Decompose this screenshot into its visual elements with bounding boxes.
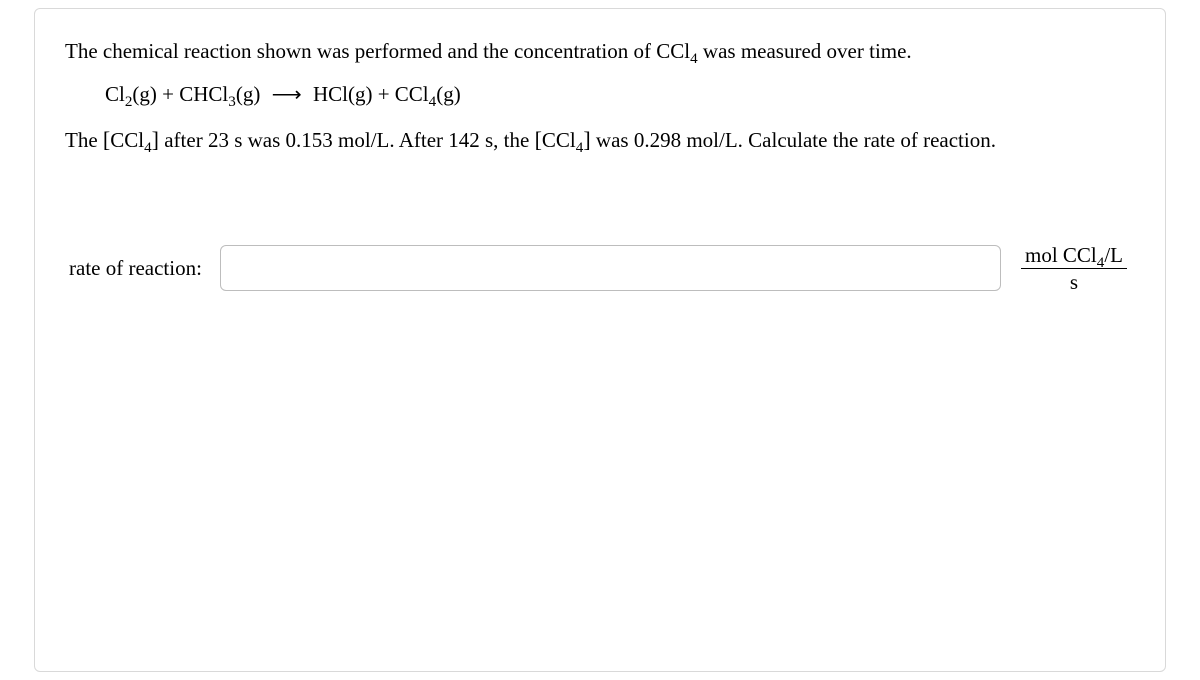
reactant-2-phase: (g) — [236, 82, 261, 106]
species-2: CCl4 — [542, 128, 583, 152]
left-bracket-2: [ — [535, 127, 542, 152]
right-bracket-1: ] — [152, 127, 159, 152]
reaction-arrow-icon: ⟶ — [266, 82, 308, 107]
data-line-c: was 0.298 mol/L. Calculate the rate of r… — [591, 128, 996, 152]
plus-1: + — [157, 82, 179, 106]
plus-2: + — [372, 82, 394, 106]
product-2: CCl4(g) — [395, 82, 461, 106]
data-line-a: The — [65, 128, 103, 152]
data-line-b: after 23 s was 0.153 mol/L. After 142 s,… — [159, 128, 535, 152]
product-1-base: HCl — [313, 82, 348, 106]
species-1-sub: 4 — [144, 140, 152, 156]
chemical-equation: Cl2(g) + CHCl3(g) ⟶ HCl(g) + CCl4(g) — [105, 82, 1135, 107]
unit-denominator: s — [1070, 269, 1078, 294]
product-1-phase: (g) — [348, 82, 373, 106]
unit-num-a: mol CCl — [1025, 243, 1097, 267]
answer-row: rate of reaction: mol CCl4/L s — [65, 243, 1135, 294]
question-card: The chemical reaction shown was performe… — [34, 8, 1166, 672]
reactant-1: Cl2(g) — [105, 82, 157, 106]
product-2-phase: (g) — [436, 82, 461, 106]
intro-part-b: was measured over time. — [698, 39, 912, 63]
product-2-base: CCl — [395, 82, 429, 106]
unit-num-b: /L — [1104, 243, 1123, 267]
reactant-2-base: CHCl — [179, 82, 228, 106]
unit-fraction: mol CCl4/L s — [1019, 243, 1129, 294]
species-1: CCl4 — [110, 128, 151, 152]
intro-species-sub: 4 — [690, 51, 698, 67]
reactant-1-phase: (g) — [132, 82, 157, 106]
reactant-2: CHCl3(g) — [179, 82, 260, 106]
unit-numerator: mol CCl4/L — [1021, 243, 1127, 269]
reactant-2-sub: 3 — [228, 94, 236, 110]
rate-of-reaction-input[interactable] — [220, 245, 1001, 291]
right-bracket-2: ] — [583, 127, 590, 152]
data-line: The [CCl4] after 23 s was 0.153 mol/L. A… — [65, 123, 1135, 157]
species-2-base: CCl — [542, 128, 576, 152]
intro-part-a: The chemical reaction shown was performe… — [65, 39, 690, 63]
intro-text: The chemical reaction shown was performe… — [65, 35, 1135, 68]
intro-species: 4 — [690, 39, 698, 63]
answer-label: rate of reaction: — [69, 256, 202, 281]
product-1: HCl(g) — [313, 82, 373, 106]
reactant-1-base: Cl — [105, 82, 125, 106]
species-1-base: CCl — [110, 128, 144, 152]
